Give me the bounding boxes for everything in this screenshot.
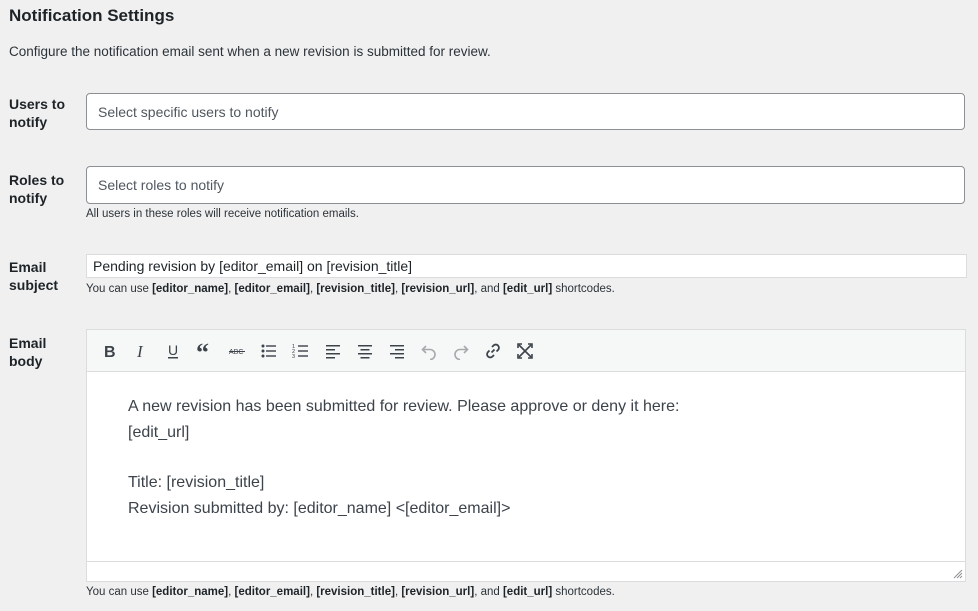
align-right-button[interactable]	[381, 335, 413, 367]
redo-icon	[454, 344, 469, 360]
italic-icon: I	[136, 342, 144, 360]
email-body-line: [edit_url]	[128, 423, 190, 441]
bold-icon: B	[104, 344, 116, 360]
align-center-button[interactable]	[349, 335, 381, 367]
roles-select-placeholder: Select roles to notify	[98, 177, 225, 193]
roles-help-text: All users in these roles will receive no…	[86, 208, 359, 220]
bullet-list-button[interactable]	[253, 335, 285, 367]
undo-icon	[421, 344, 436, 360]
blockquote-button[interactable]: “	[189, 335, 221, 367]
svg-text:B: B	[104, 344, 116, 360]
bullet-list-icon	[261, 344, 276, 357]
numbered-list-icon: 123	[292, 344, 308, 360]
align-right-icon	[390, 344, 404, 358]
svg-text:I: I	[136, 342, 144, 360]
email-body-editor: B I U “ ABC 123 A new revision has been …	[86, 329, 966, 582]
email-body-line: Title: [revision_title]	[128, 474, 265, 491]
users-select-placeholder: Select specific users to notify	[98, 103, 279, 120]
align-center-icon	[358, 344, 372, 358]
subject-help-text: You can use [editor_name], [editor_email…	[86, 283, 615, 295]
email-body-line: Revision submitted by: [editor_name] <[e…	[128, 499, 511, 517]
numbered-list-button[interactable]: 123	[285, 335, 317, 367]
email-body-label: Email body	[9, 335, 47, 369]
fullscreen-icon	[517, 342, 533, 359]
body-help-text: You can use [editor_name], [editor_email…	[86, 586, 615, 598]
editor-content-area[interactable]: A new revision has been submitted for re…	[87, 372, 965, 542]
email-subject-input[interactable]: Pending revision by [editor_email] on [r…	[86, 254, 967, 278]
svg-text:“: “	[196, 342, 209, 360]
email-subject-label: Email subject	[9, 259, 59, 293]
align-left-icon	[326, 344, 340, 358]
roles-to-notify-label: Roles to notify	[9, 172, 65, 206]
email-body-line: A new revision has been submitted for re…	[128, 398, 680, 415]
svg-text:3: 3	[292, 354, 295, 360]
strikethrough-icon: ABC	[229, 349, 245, 356]
svg-text:ABC: ABC	[229, 349, 243, 356]
blockquote-icon: “	[196, 342, 209, 360]
users-to-notify-label: Users to notify	[9, 96, 66, 130]
email-subject-value: Pending revision by [editor_email] on [r…	[93, 258, 413, 274]
roles-select[interactable]: Select roles to notify	[86, 166, 965, 204]
resize-handle-icon[interactable]	[953, 569, 963, 579]
underline-button[interactable]: U	[157, 335, 189, 367]
underline-icon: U	[168, 342, 178, 358]
italic-button[interactable]: I	[125, 335, 157, 367]
editor-statusbar	[87, 561, 965, 581]
page-title: Notification Settings	[9, 6, 175, 25]
editor-toolbar: B I U “ ABC 123	[87, 330, 965, 372]
users-select[interactable]: Select specific users to notify	[86, 93, 965, 130]
svg-text:U: U	[168, 342, 178, 358]
redo-button[interactable]	[445, 335, 477, 367]
link-icon	[486, 343, 500, 358]
strikethrough-button[interactable]: ABC	[221, 335, 253, 367]
page-description: Configure the notification email sent wh…	[9, 44, 491, 59]
bold-button[interactable]: B	[93, 335, 125, 367]
link-button[interactable]	[477, 335, 509, 367]
align-left-button[interactable]	[317, 335, 349, 367]
fullscreen-button[interactable]	[509, 335, 541, 367]
undo-button[interactable]	[413, 335, 445, 367]
